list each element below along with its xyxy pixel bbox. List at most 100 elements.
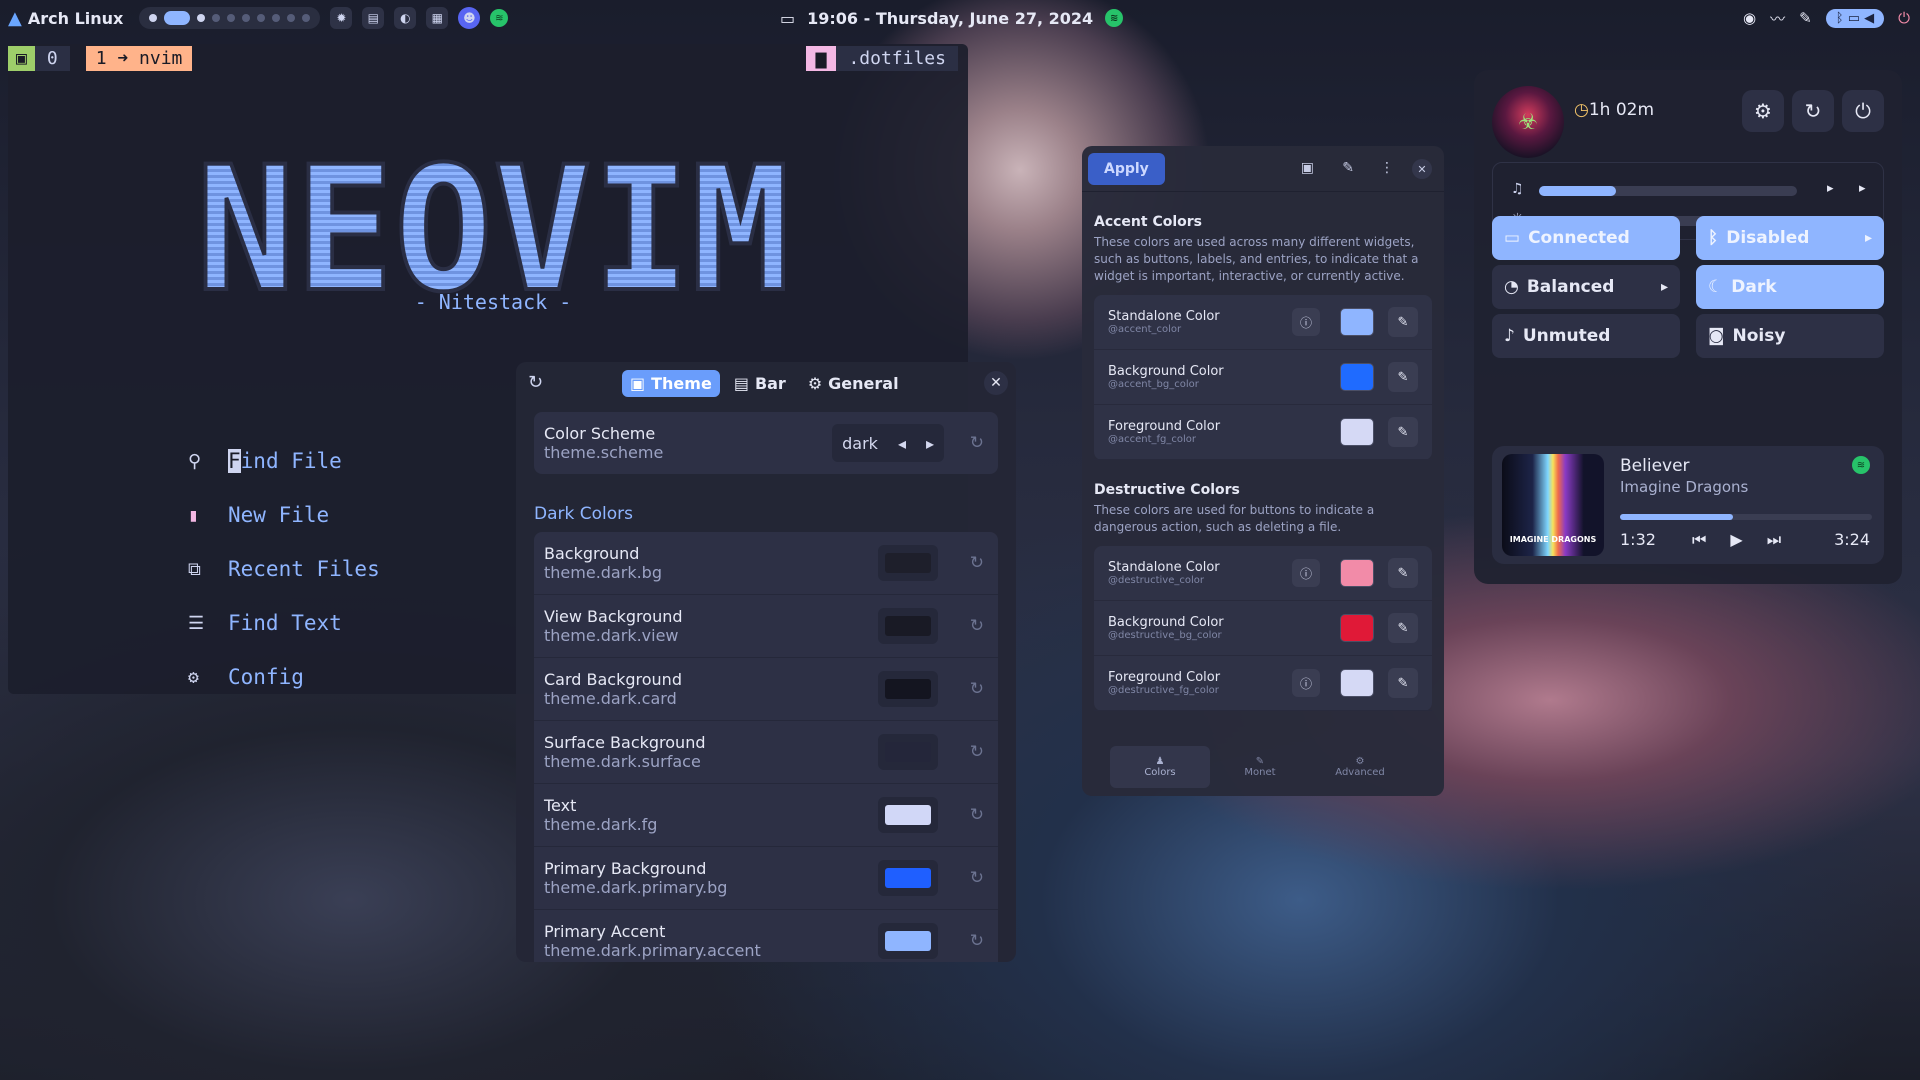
- refresh-icon[interactable]: ↻: [528, 372, 543, 393]
- discord-icon[interactable]: ☻: [458, 7, 481, 29]
- next-icon[interactable]: ⏭: [1767, 530, 1781, 550]
- menu-find-file[interactable]: ⚲ Find File: [188, 434, 380, 488]
- reset-icon[interactable]: ↻: [970, 616, 984, 636]
- logout-button[interactable]: ↻: [1792, 90, 1834, 132]
- footer-monet[interactable]: ✎ Monet: [1210, 746, 1310, 788]
- tile-dark[interactable]: ☾ Dark: [1696, 265, 1884, 309]
- reset-icon[interactable]: ↻: [970, 433, 984, 453]
- volume-expand-icon[interactable]: ▸: [1827, 181, 1834, 196]
- tmux-window-tab[interactable]: 1 ➜ nvim: [85, 46, 193, 71]
- tab-general[interactable]: ⚙ General: [800, 370, 907, 397]
- color-swatch[interactable]: [1340, 418, 1374, 446]
- workspace-5[interactable]: [227, 14, 236, 22]
- close-button[interactable]: ✕: [984, 371, 1008, 395]
- edit-icon[interactable]: ✎: [1388, 668, 1418, 698]
- color-picker-button[interactable]: [878, 734, 938, 770]
- volume-more-icon[interactable]: ▸: [1859, 181, 1866, 196]
- files-app-icon[interactable]: ▦: [426, 7, 449, 29]
- settings-app-icon[interactable]: ✹: [330, 7, 353, 29]
- color-swatch[interactable]: [1340, 363, 1374, 391]
- color-picker-button[interactable]: [878, 860, 938, 896]
- tile-noisy[interactable]: ◙ Noisy: [1696, 314, 1884, 358]
- color-picker-button[interactable]: [878, 797, 938, 833]
- menu-config[interactable]: ⚙ Config: [188, 650, 380, 704]
- color-swatch[interactable]: [1340, 669, 1374, 697]
- chevron-right-icon[interactable]: ▸: [1865, 230, 1872, 246]
- duration-time: 3:24: [1834, 530, 1870, 549]
- tab-bar[interactable]: ▤ Bar: [726, 370, 794, 397]
- spotify-indicator-icon[interactable]: ≋: [1105, 9, 1124, 27]
- chevron-right-icon[interactable]: ▸: [916, 434, 944, 453]
- system-indicators[interactable]: ᛒ ▭ ◀: [1825, 8, 1885, 28]
- reset-icon[interactable]: ↻: [970, 553, 984, 573]
- workspace-1[interactable]: [149, 14, 158, 22]
- color-swatch[interactable]: [1340, 614, 1374, 642]
- color-picker-button[interactable]: [878, 671, 938, 707]
- color-row-label: Card Background: [544, 670, 682, 689]
- color-picker-button[interactable]: [878, 608, 938, 644]
- reset-icon[interactable]: ↻: [970, 805, 984, 825]
- track-progress[interactable]: [1620, 514, 1872, 520]
- color-picker-button[interactable]: [878, 923, 938, 959]
- workspace-9[interactable]: [287, 14, 296, 22]
- distro-launcher[interactable]: ▲ Arch Linux: [8, 8, 123, 29]
- apply-button[interactable]: Apply: [1088, 152, 1165, 185]
- more-icon[interactable]: ⋮: [1380, 160, 1394, 176]
- chevron-right-icon[interactable]: ▸: [1661, 279, 1668, 295]
- edit-icon[interactable]: ✎: [1388, 558, 1418, 588]
- color-swatch[interactable]: [1340, 308, 1374, 336]
- clock[interactable]: 19:06 - Thursday, June 27, 2024: [807, 9, 1093, 28]
- play-icon[interactable]: ▶: [1730, 530, 1742, 550]
- reset-icon[interactable]: ↻: [970, 679, 984, 699]
- workspace-4[interactable]: [212, 14, 221, 22]
- workspace-6[interactable]: [242, 14, 251, 22]
- edit-icon[interactable]: ✎: [1388, 362, 1418, 392]
- spotify-icon[interactable]: ≋: [490, 9, 509, 27]
- color-scheme-stepper[interactable]: dark ◂ ▸: [832, 424, 944, 462]
- notifications-icon: ◙: [1708, 326, 1725, 346]
- record-icon[interactable]: ◉: [1743, 9, 1756, 27]
- activity-icon[interactable]: 〰: [1770, 8, 1785, 29]
- footer-colors[interactable]: ♟ Colors: [1110, 746, 1210, 788]
- footer-advanced[interactable]: ⚙ Advanced: [1310, 746, 1410, 788]
- edit-icon[interactable]: ✎: [1388, 417, 1418, 447]
- power-icon[interactable]: ⏻: [1898, 9, 1910, 27]
- app-icon[interactable]: ▤: [362, 7, 385, 29]
- volume-slider[interactable]: [1539, 186, 1797, 196]
- menu-find-text[interactable]: ☰ Find Text: [188, 596, 380, 650]
- arch-logo-icon: ▲: [8, 7, 22, 29]
- tile-connected[interactable]: ▭ Connected: [1492, 216, 1680, 260]
- power-button[interactable]: ⏻: [1842, 90, 1884, 132]
- color-row: Primary Background theme.dark.primary.bg ↻: [534, 847, 998, 910]
- workspace-8[interactable]: [272, 14, 281, 22]
- info-icon[interactable]: ⓘ: [1292, 669, 1320, 697]
- edit-icon[interactable]: ✎: [1388, 613, 1418, 643]
- notifications-icon[interactable]: ▭: [780, 9, 795, 28]
- window-icon[interactable]: ▣: [1301, 160, 1314, 176]
- workspace-3[interactable]: [197, 14, 206, 22]
- workspace-7[interactable]: [257, 14, 266, 22]
- info-icon[interactable]: ⓘ: [1292, 308, 1320, 336]
- reset-icon[interactable]: ↻: [970, 742, 984, 762]
- close-icon[interactable]: ✕: [1412, 159, 1432, 179]
- reset-icon[interactable]: ↻: [970, 868, 984, 888]
- tab-theme[interactable]: ▣ Theme: [622, 370, 720, 397]
- edit-icon[interactable]: ✎: [1342, 160, 1354, 176]
- menu-recent-files[interactable]: ⧉ Recent Files: [188, 542, 380, 596]
- info-icon[interactable]: ⓘ: [1292, 559, 1320, 587]
- settings-button[interactable]: ⚙: [1742, 90, 1784, 132]
- workspace-10[interactable]: [302, 14, 311, 22]
- previous-icon[interactable]: ⏮: [1692, 530, 1706, 550]
- tile-unmuted[interactable]: ♪ Unmuted: [1492, 314, 1680, 358]
- menu-new-file[interactable]: ▮ New File: [188, 488, 380, 542]
- reset-icon[interactable]: ↻: [970, 931, 984, 951]
- color-picker-icon[interactable]: ✎: [1799, 9, 1812, 27]
- color-swatch[interactable]: [1340, 559, 1374, 587]
- toggle-app-icon[interactable]: ◐: [394, 7, 417, 29]
- tile-balanced[interactable]: ◔ Balanced ▸: [1492, 265, 1680, 309]
- tile-disabled[interactable]: ᛒ Disabled ▸: [1696, 216, 1884, 260]
- edit-icon[interactable]: ✎: [1388, 307, 1418, 337]
- workspace-2[interactable]: [164, 11, 191, 25]
- color-picker-button[interactable]: [878, 545, 938, 581]
- chevron-left-icon[interactable]: ◂: [888, 434, 916, 453]
